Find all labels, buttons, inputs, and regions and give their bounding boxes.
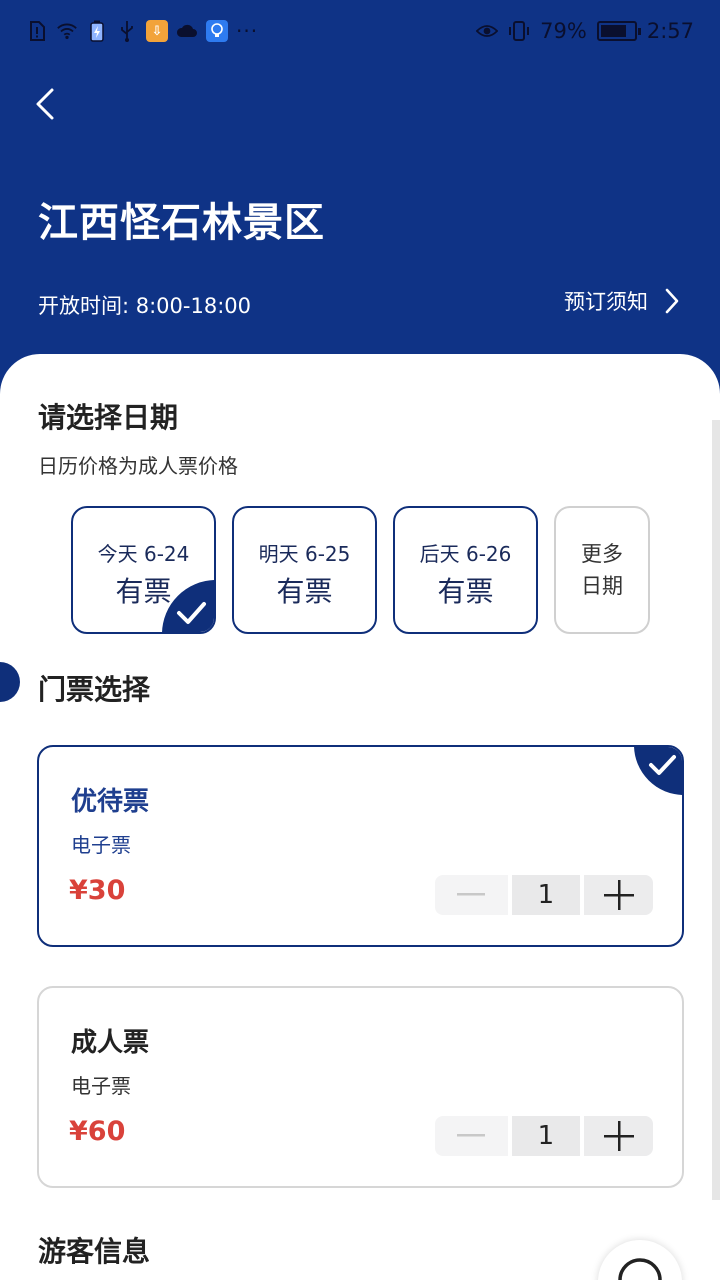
ticket-type: 电子票 [71,1074,131,1098]
check-icon [162,580,214,632]
battery-level [600,25,627,37]
customer-service-button[interactable] [598,1240,682,1280]
quantity-value[interactable]: 1 [511,875,581,915]
date-label: 明天 6-25 [258,542,351,566]
eye-icon [476,20,499,42]
back-button[interactable] [28,82,68,126]
battery-icon [596,21,641,41]
chevron-left-icon [36,88,54,120]
battery-percent: 79% [540,19,587,43]
date-label: 今天 6-24 [97,542,190,566]
more-dates-button[interactable]: 更多 日期 [554,506,650,634]
vibrate-icon [508,20,530,42]
date-card-day-after[interactable]: 后天 6-26 有票 [393,506,538,634]
quantity-value[interactable]: 1 [511,1116,581,1156]
increase-button[interactable] [584,875,653,915]
alert-icon [26,20,48,42]
increase-button[interactable] [584,1116,653,1156]
date-status: 有票 [437,575,494,608]
minus-icon [457,1134,486,1137]
section-marker [0,662,20,702]
date-section-title: 请选择日期 [38,401,179,434]
bulb-app-icon [206,20,228,42]
decrease-button[interactable] [435,1116,508,1156]
decrease-button[interactable] [435,875,508,915]
more-dates-line2: 日期 [581,574,623,598]
ticket-card-concession[interactable]: 优待票 电子票 ¥30 1 [37,745,684,947]
status-bar: ⇩ ··· 79% 2:57 [0,0,720,62]
status-right-icons: 79% 2:57 [476,16,694,46]
ticket-price: ¥30 [69,875,126,906]
more-dots-icon: ··· [236,19,259,43]
quantity-stepper: 1 [435,1116,653,1156]
content-sheet: 请选择日期 日历价格为成人票价格 今天 6-24 有票 明天 6-25 有票 后… [0,354,720,1280]
more-dates-line1: 更多 [581,542,623,566]
date-card-tomorrow[interactable]: 明天 6-25 有票 [232,506,377,634]
plus-icon [603,880,634,910]
ticket-card-adult[interactable]: 成人票 电子票 ¥60 1 [37,986,684,1188]
plus-icon [603,1121,634,1151]
ticket-name: 优待票 [71,787,150,817]
ticket-name: 成人票 [71,1028,150,1058]
usb-icon [116,20,138,42]
booking-notice-link[interactable]: 预订须知 [564,286,680,316]
headset-icon [618,1258,662,1280]
wifi-icon [56,20,78,42]
quantity-stepper: 1 [435,875,653,915]
date-status: 有票 [276,575,333,608]
date-label: 后天 6-26 [419,542,512,566]
scrollbar[interactable] [712,420,720,1200]
ticket-section-title: 门票选择 [38,673,151,706]
app-notification-icon: ⇩ [146,20,168,42]
clock: 2:57 [646,19,694,43]
ticket-type: 电子票 [71,833,131,857]
status-left-icons: ⇩ ··· [26,16,258,46]
chevron-right-icon [665,288,679,314]
check-icon [634,747,682,795]
charging-icon [86,20,108,42]
date-card-today[interactable]: 今天 6-24 有票 [71,506,216,634]
page-title: 江西怪石林景区 [38,200,325,246]
date-section-subtitle: 日历价格为成人票价格 [38,454,238,478]
open-hours: 开放时间: 8:00-18:00 [38,294,252,318]
booking-notice-label: 预订须知 [564,290,648,314]
visitor-section-title: 游客信息 [38,1235,151,1268]
minus-icon [457,893,486,896]
cloud-icon [176,20,198,42]
ticket-price: ¥60 [69,1116,126,1147]
